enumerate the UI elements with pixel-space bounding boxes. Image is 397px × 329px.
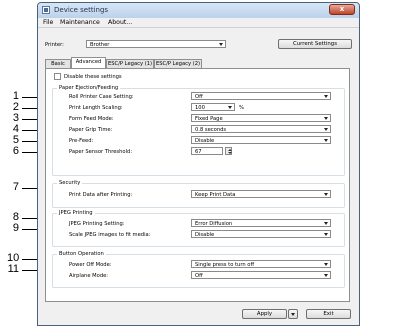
jpeg-group-title: JPEG Printing bbox=[57, 210, 95, 216]
power-off-mode-value: Single press to turn off bbox=[195, 262, 255, 268]
button-operation-group: Button Operation Power Off Mode: Single … bbox=[52, 251, 345, 288]
jpeg-printing-setting-label: JPEG Printing Setting: bbox=[69, 221, 125, 227]
disable-settings-checkbox[interactable] bbox=[54, 73, 61, 80]
button-operation-group-title: Button Operation bbox=[57, 251, 106, 257]
form-feed-mode-value: Fixed Page bbox=[195, 116, 223, 122]
tab-escp-legacy-2[interactable]: ESC/P Legacy (2) bbox=[154, 59, 202, 68]
print-length-scaling-label: Print Length Scaling: bbox=[69, 105, 123, 111]
roll-printer-case-value: Off bbox=[195, 94, 203, 100]
pre-feed-label: Pre-Feed: bbox=[69, 138, 94, 144]
chevron-down-icon bbox=[324, 128, 328, 131]
airplane-mode-select[interactable]: Off bbox=[191, 271, 331, 279]
roll-printer-case-select[interactable]: Off bbox=[191, 92, 331, 100]
paper-grip-time-label: Paper Grip Time: bbox=[69, 127, 113, 133]
menu-maintenance[interactable]: Maintenance bbox=[60, 19, 100, 26]
print-length-scaling-value: 100 bbox=[195, 105, 205, 111]
chevron-down-icon bbox=[228, 106, 232, 109]
print-data-after-printing-select[interactable]: Keep Print Data bbox=[191, 190, 331, 198]
print-data-after-printing-value: Keep Print Data bbox=[195, 192, 236, 198]
chevron-down-icon bbox=[324, 274, 328, 277]
app-icon bbox=[42, 6, 50, 14]
disable-settings-label: Disable these settings bbox=[64, 74, 122, 80]
form-feed-mode-label: Form Feed Mode: bbox=[69, 116, 114, 122]
jpeg-printing-setting-value: Error Diffusion bbox=[195, 221, 233, 227]
window-title: Device settings bbox=[54, 6, 109, 14]
roll-printer-case-label: Roll Printer Case Setting: bbox=[69, 94, 134, 100]
chevron-down-icon bbox=[219, 43, 223, 46]
threshold-spinner[interactable] bbox=[225, 147, 232, 155]
jpeg-printing-group: JPEG Printing JPEG Printing Setting: Err… bbox=[52, 210, 345, 247]
jpeg-printing-setting-select[interactable]: Error Diffusion bbox=[191, 219, 331, 227]
scale-jpeg-select[interactable]: Disable bbox=[191, 230, 331, 238]
airplane-mode-value: Off bbox=[195, 273, 203, 279]
chevron-down-icon bbox=[324, 95, 328, 98]
current-settings-button[interactable]: Current Settings bbox=[278, 39, 352, 49]
power-off-mode-select[interactable]: Single press to turn off bbox=[191, 260, 331, 268]
paper-grip-time-value: 0.8 seconds bbox=[195, 127, 227, 133]
paper-sensor-threshold-value: 67 bbox=[195, 149, 202, 155]
security-group: Security Print Data after Printing: Keep… bbox=[52, 180, 345, 208]
dialog-body: Printer: Brother Current Settings Basic … bbox=[38, 28, 359, 325]
print-data-after-printing-label: Print Data after Printing: bbox=[69, 192, 133, 198]
title-bar: Device settings x bbox=[38, 3, 359, 18]
chevron-down-icon bbox=[324, 117, 328, 120]
printer-select[interactable]: Brother bbox=[86, 40, 226, 48]
callout-6: 6 bbox=[12, 145, 19, 157]
form-feed-mode-select[interactable]: Fixed Page bbox=[191, 114, 331, 122]
chevron-down-icon bbox=[324, 139, 328, 142]
airplane-mode-label: Airplane Mode: bbox=[69, 273, 109, 279]
apply-dropdown-button[interactable] bbox=[288, 309, 298, 319]
scale-jpeg-label: Scale JPEG images to fit media: bbox=[69, 232, 151, 238]
security-group-title: Security bbox=[57, 180, 83, 186]
chevron-down-icon bbox=[324, 222, 328, 225]
device-settings-window: Device settings x File Maintenance About… bbox=[37, 2, 360, 326]
apply-button[interactable]: Apply bbox=[242, 309, 287, 319]
power-off-mode-label: Power Off Mode: bbox=[69, 262, 112, 268]
close-button[interactable]: x bbox=[329, 4, 355, 15]
menu-file[interactable]: File bbox=[43, 19, 53, 26]
paper-sensor-threshold-label: Paper Sensor Threshold: bbox=[69, 149, 133, 155]
pre-feed-value: Disable bbox=[195, 138, 215, 144]
tab-advanced[interactable]: Advanced bbox=[71, 57, 106, 68]
paper-sensor-threshold-input[interactable]: 67 bbox=[191, 147, 223, 155]
print-length-scaling-select[interactable]: 100 bbox=[191, 103, 235, 111]
scale-jpeg-value: Disable bbox=[195, 232, 215, 238]
callout-11: 11 bbox=[7, 263, 19, 275]
tab-escp-legacy-1[interactable]: ESC/P Legacy (1) bbox=[106, 59, 154, 68]
advanced-tab-panel: Disable these settings Paper Ejection/Fe… bbox=[45, 68, 350, 302]
printer-select-value: Brother bbox=[90, 42, 110, 48]
chevron-down-icon bbox=[324, 233, 328, 236]
paper-ejection-feeding-group: Paper Ejection/Feeding Roll Printer Case… bbox=[52, 85, 345, 176]
exit-button[interactable]: Exit bbox=[306, 309, 351, 319]
chevron-down-icon bbox=[324, 193, 328, 196]
chevron-down-icon bbox=[324, 263, 328, 266]
menu-bar: File Maintenance About... bbox=[38, 18, 359, 28]
paper-grip-time-select[interactable]: 0.8 seconds bbox=[191, 125, 331, 133]
printer-label: Printer: bbox=[45, 42, 64, 48]
percent-unit: % bbox=[239, 105, 244, 111]
callout-7: 7 bbox=[12, 181, 19, 193]
chevron-down-icon bbox=[291, 313, 295, 316]
pre-feed-select[interactable]: Disable bbox=[191, 136, 331, 144]
paper-group-title: Paper Ejection/Feeding bbox=[57, 85, 121, 91]
menu-about[interactable]: About... bbox=[108, 19, 132, 26]
tab-basic[interactable]: Basic bbox=[45, 59, 71, 68]
callout-9: 9 bbox=[12, 222, 19, 234]
